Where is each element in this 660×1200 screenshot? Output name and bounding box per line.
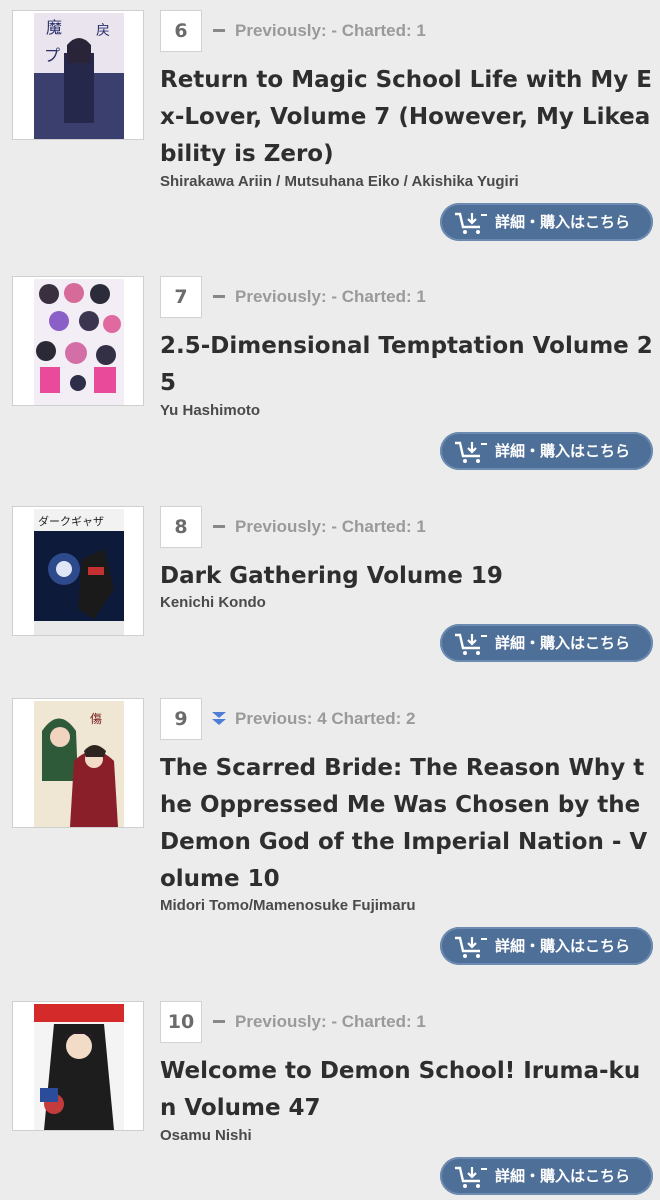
button-label: 詳細・購入はこちら [495, 1167, 631, 1185]
book-cover[interactable]: 魔 プ 戻 [12, 10, 144, 140]
book-cover[interactable] [12, 1001, 144, 1131]
book-author: Osamu Nishi [160, 1127, 252, 1144]
no-change-icon [212, 520, 226, 534]
svg-text:魔: 魔 [46, 18, 62, 37]
svg-text:プ: プ [44, 46, 60, 65]
button-label: 詳細・購入はこちら [495, 937, 631, 955]
cover-art: 魔 プ 戻 [34, 13, 124, 139]
previous-rank-info: Previously: - Charted: 1 [235, 517, 426, 536]
book-cover[interactable]: ダークギャザ [12, 506, 144, 636]
svg-text:戻: 戻 [96, 23, 110, 39]
book-title[interactable]: 2.5-Dimensional Temptation Volume 25 [160, 328, 655, 402]
no-change-icon [212, 1015, 226, 1029]
rank-number: 10 [160, 1001, 202, 1043]
previous-rank-info: Previously: - Charted: 1 [235, 21, 426, 40]
book-title[interactable]: Dark Gathering Volume 19 [160, 558, 655, 595]
book-author: Yu Hashimoto [160, 402, 261, 419]
cart-icon [455, 633, 487, 655]
rank-number: 9 [160, 698, 202, 740]
svg-text:傷: 傷 [90, 711, 102, 726]
cover-art: 傷 [34, 701, 124, 827]
cart-icon [455, 936, 487, 958]
button-label: 詳細・購入はこちら [495, 213, 631, 231]
book-title[interactable]: Return to Magic School Life with My Ex-L… [160, 62, 655, 173]
details-purchase-button[interactable]: 詳細・購入はこちら [440, 927, 653, 965]
cover-art: ダークギャザ [34, 509, 124, 635]
book-title[interactable]: The Scarred Bride: The Reason Why the Op… [160, 750, 655, 898]
rank-number: 8 [160, 506, 202, 548]
details-purchase-button[interactable]: 詳細・購入はこちら [440, 624, 653, 662]
cover-art [34, 279, 124, 405]
rank-number: 7 [160, 276, 202, 318]
svg-text:ダークギャザ: ダークギャザ [38, 514, 104, 528]
book-cover[interactable]: 傷 [12, 698, 144, 828]
book-author: Shirakawa Ariin / Mutsuhana Eiko / Akish… [160, 173, 519, 190]
book-author: Midori Tomo/Mamenosuke Fujimaru [160, 897, 416, 914]
rank-down-icon [212, 712, 226, 726]
previous-rank-info: Previous: 4 Charted: 2 [235, 709, 416, 728]
book-author: Kenichi Kondo [160, 594, 266, 611]
no-change-icon [212, 24, 226, 38]
previous-rank-info: Previously: - Charted: 1 [235, 1012, 426, 1031]
cart-icon [455, 1166, 487, 1188]
book-cover[interactable] [12, 276, 144, 406]
button-label: 詳細・購入はこちら [495, 634, 631, 652]
button-label: 詳細・購入はこちら [495, 442, 631, 460]
previous-rank-info: Previously: - Charted: 1 [235, 287, 426, 306]
rank-number: 6 [160, 10, 202, 52]
book-title[interactable]: Welcome to Demon School! Iruma-kun Volum… [160, 1053, 655, 1127]
cover-art [34, 1004, 124, 1130]
details-purchase-button[interactable]: 詳細・購入はこちら [440, 203, 653, 241]
cart-icon [455, 441, 487, 463]
cart-icon [455, 212, 487, 234]
no-change-icon [212, 290, 226, 304]
details-purchase-button[interactable]: 詳細・購入はこちら [440, 432, 653, 470]
details-purchase-button[interactable]: 詳細・購入はこちら [440, 1157, 653, 1195]
